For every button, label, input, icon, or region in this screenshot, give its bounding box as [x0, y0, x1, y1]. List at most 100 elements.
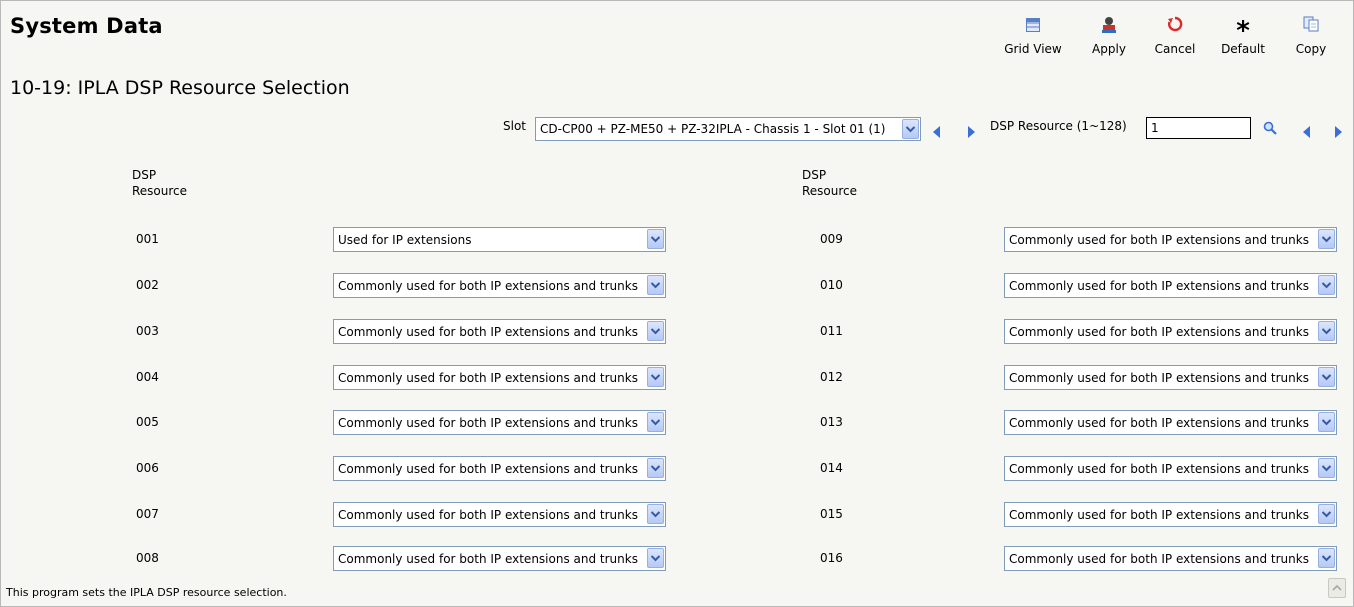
dsp-resource-number: 013 — [820, 415, 843, 429]
dsp-resource-value: Commonly used for both IP extensions and… — [338, 279, 638, 293]
dsp-resource-number: 016 — [820, 551, 843, 565]
dsp-prev-arrow-icon[interactable] — [1303, 123, 1311, 142]
dsp-resource-number: 009 — [820, 232, 843, 246]
dsp-resource-select[interactable]: Commonly used for both IP extensions and… — [1004, 273, 1337, 298]
dsp-resource-select[interactable]: Commonly used for both IP extensions and… — [333, 410, 666, 435]
dsp-resource-select[interactable]: Commonly used for both IP extensions and… — [333, 546, 666, 571]
dsp-resource-number: 015 — [820, 507, 843, 521]
slot-next-arrow-icon[interactable] — [967, 123, 975, 142]
chevron-down-icon[interactable] — [1318, 321, 1335, 341]
dsp-resource-number: 006 — [136, 461, 159, 475]
right-column-header: DSP Resource — [802, 167, 857, 199]
dsp-resource-number: 014 — [820, 461, 843, 475]
dsp-resource-value: Used for IP extensions — [338, 233, 472, 247]
dsp-resource-select[interactable]: Commonly used for both IP extensions and… — [1004, 502, 1337, 527]
left-header-line1: DSP — [132, 168, 157, 182]
right-header-line2: Resource — [802, 184, 858, 198]
default-label: Default — [1221, 42, 1265, 56]
chevron-down-icon[interactable] — [647, 275, 664, 295]
default-button[interactable]: * Default — [1210, 16, 1276, 56]
chevron-down-icon[interactable] — [647, 548, 664, 568]
program-title: 10-19: IPLA DSP Resource Selection — [10, 77, 350, 99]
dsp-resource-select[interactable]: Used for IP extensions — [333, 227, 666, 252]
dsp-resource-value: Commonly used for both IP extensions and… — [1009, 325, 1309, 339]
dsp-resource-select[interactable]: Commonly used for both IP extensions and… — [1004, 227, 1337, 252]
apply-button[interactable]: Apply — [1076, 16, 1142, 56]
toolbar: Grid View Apply Cancel * Default Copy — [1000, 16, 1338, 64]
dsp-resource-number: 012 — [820, 370, 843, 384]
dsp-resource-number: 001 — [136, 232, 159, 246]
page-title: System Data — [10, 14, 163, 38]
dsp-resource-value: Commonly used for both IP extensions and… — [1009, 416, 1309, 430]
dsp-resource-select[interactable]: Commonly used for both IP extensions and… — [333, 273, 666, 298]
chevron-down-icon[interactable] — [647, 367, 664, 387]
dsp-resource-label: DSP Resource (1~128) — [990, 119, 1127, 133]
chevron-down-icon[interactable] — [647, 504, 664, 524]
scroll-up-button[interactable] — [1328, 578, 1346, 598]
grid-view-label: Grid View — [1004, 42, 1062, 56]
grid-view-icon — [1000, 16, 1066, 40]
chevron-down-icon[interactable] — [1318, 412, 1335, 432]
dsp-resource-select[interactable]: Commonly used for both IP extensions and… — [1004, 410, 1337, 435]
search-icon[interactable] — [1263, 120, 1277, 139]
chevron-down-icon[interactable] — [647, 458, 664, 478]
copy-button[interactable]: Copy — [1278, 16, 1344, 56]
chevron-down-icon[interactable] — [1318, 229, 1335, 249]
chevron-down-icon[interactable] — [647, 229, 664, 249]
right-header-line1: DSP — [802, 168, 827, 182]
apply-icon — [1076, 16, 1142, 40]
dsp-resource-select[interactable]: Commonly used for both IP extensions and… — [333, 502, 666, 527]
dsp-resource-value: Commonly used for both IP extensions and… — [338, 325, 638, 339]
grid-view-button[interactable]: Grid View — [1000, 16, 1066, 56]
dsp-resource-number: 011 — [820, 324, 843, 338]
chevron-down-icon[interactable] — [647, 321, 664, 341]
chevron-down-icon[interactable] — [1318, 548, 1335, 568]
dsp-resource-value: Commonly used for both IP extensions and… — [1009, 508, 1309, 522]
chevron-down-icon[interactable] — [647, 412, 664, 432]
slot-select[interactable]: CD-CP00 + PZ-ME50 + PZ-32IPLA - Chassis … — [535, 117, 921, 141]
dsp-resource-value: Commonly used for both IP extensions and… — [338, 462, 638, 476]
slot-prev-arrow-icon[interactable] — [933, 123, 941, 142]
dsp-resource-value: Commonly used for both IP extensions and… — [338, 416, 638, 430]
dsp-resource-value: Commonly used for both IP extensions and… — [338, 371, 638, 385]
cancel-label: Cancel — [1154, 42, 1196, 56]
slot-value: CD-CP00 + PZ-ME50 + PZ-32IPLA - Chassis … — [540, 122, 886, 136]
dsp-resource-value: Commonly used for both IP extensions and… — [1009, 462, 1309, 476]
dsp-resource-number: 008 — [136, 551, 159, 565]
apply-label: Apply — [1092, 42, 1126, 56]
dsp-resource-select[interactable]: Commonly used for both IP extensions and… — [333, 319, 666, 344]
dsp-resource-value: Commonly used for both IP extensions and… — [338, 552, 638, 566]
dsp-resource-select[interactable]: Commonly used for both IP extensions and… — [1004, 456, 1337, 481]
dsp-resource-select[interactable]: Commonly used for both IP extensions and… — [333, 365, 666, 390]
chevron-down-icon[interactable] — [902, 119, 919, 139]
dsp-resource-select[interactable]: Commonly used for both IP extensions and… — [333, 456, 666, 481]
dsp-resource-value: Commonly used for both IP extensions and… — [338, 508, 638, 522]
dsp-resource-number: 002 — [136, 278, 159, 292]
chevron-down-icon[interactable] — [1318, 275, 1335, 295]
dsp-resource-value: Commonly used for both IP extensions and… — [1009, 552, 1309, 566]
cancel-button[interactable]: Cancel — [1142, 16, 1208, 56]
chevron-down-icon[interactable] — [1318, 458, 1335, 478]
left-column-header: DSP Resource — [132, 167, 187, 199]
default-asterisk-icon: * — [1236, 16, 1250, 46]
dsp-resource-number: 005 — [136, 415, 159, 429]
dsp-resource-number: 003 — [136, 324, 159, 338]
left-header-line2: Resource — [132, 184, 188, 198]
dsp-resource-select[interactable]: Commonly used for both IP extensions and… — [1004, 319, 1337, 344]
dsp-resource-select[interactable]: Commonly used for both IP extensions and… — [1004, 365, 1337, 390]
copy-icon — [1278, 16, 1344, 40]
dsp-resource-select[interactable]: Commonly used for both IP extensions and… — [1004, 546, 1337, 571]
dsp-resource-value: Commonly used for both IP extensions and… — [1009, 233, 1309, 247]
chevron-down-icon[interactable] — [1318, 367, 1335, 387]
dsp-resource-input[interactable]: 1 — [1146, 117, 1251, 139]
copy-label: Copy — [1295, 42, 1327, 56]
dsp-resource-value: Commonly used for both IP extensions and… — [1009, 371, 1309, 385]
dsp-next-arrow-icon[interactable] — [1334, 123, 1342, 142]
cancel-icon — [1142, 16, 1208, 40]
program-description: This program sets the IPLA DSP resource … — [6, 586, 287, 599]
chevron-down-icon[interactable] — [1318, 504, 1335, 524]
dsp-resource-number: 007 — [136, 507, 159, 521]
dsp-resource-value: Commonly used for both IP extensions and… — [1009, 279, 1309, 293]
dsp-resource-number: 004 — [136, 370, 159, 384]
slot-label: Slot — [503, 119, 526, 133]
